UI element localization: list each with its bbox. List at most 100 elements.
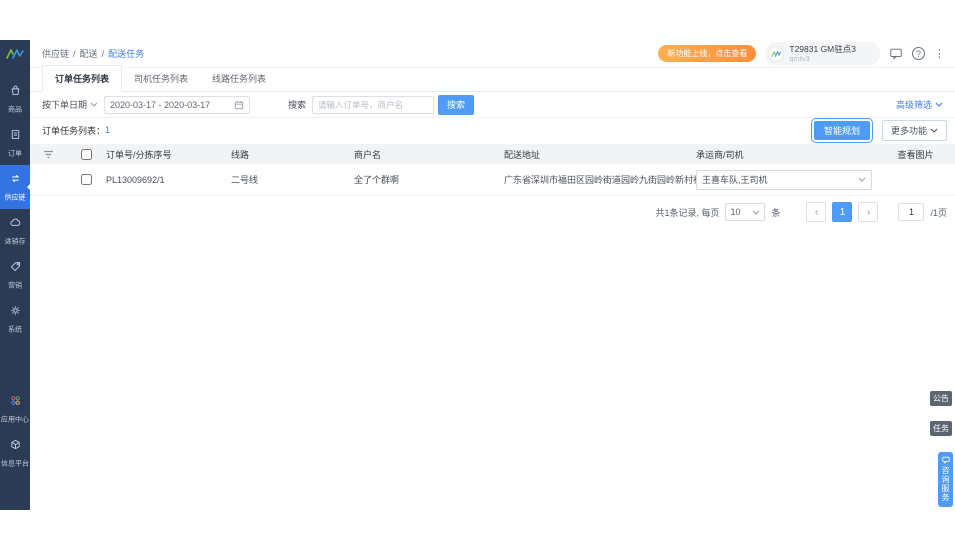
date-type-select[interactable]: 按下单日期 bbox=[42, 98, 98, 111]
breadcrumb-current[interactable]: 配送任务 bbox=[108, 47, 144, 60]
customer-service-tab[interactable]: 咨询服务 bbox=[938, 452, 953, 507]
date-range-value: 2020-03-17 - 2020-03-17 bbox=[110, 99, 211, 110]
smart-plan-button[interactable]: 智能规划 bbox=[810, 117, 873, 143]
sidebar-item-app-center[interactable]: 应用中心 bbox=[0, 387, 30, 431]
chevron-down-icon bbox=[858, 177, 866, 182]
main-area: 供应链 / 配送 / 配送任务 新功能上线，点击查看 T29831 GM驻点3 … bbox=[30, 40, 955, 510]
advanced-filter-toggle[interactable]: 高级筛选 bbox=[896, 98, 943, 111]
cell-merchant: 全了个群啊 bbox=[354, 175, 400, 185]
more-options-icon[interactable]: ⋮ bbox=[934, 47, 945, 60]
brand-logo-icon bbox=[5, 47, 25, 65]
screen: 商品 订单 供应链 进销存 营销 系统 应用中心 信息平台 供应链 / 配送 /… bbox=[0, 0, 955, 554]
pagination: 共1条记录, 每页 10 条 ‹ 1 › /1页 bbox=[655, 202, 947, 222]
advanced-filter-label: 高级筛选 bbox=[895, 100, 932, 110]
cell-address: 广东省深圳市福田区园岭街道园岭九街园岭新村社区 bbox=[504, 175, 696, 185]
sidebar-item-label: 进销存 bbox=[4, 237, 26, 246]
user-account: qmtv3 bbox=[789, 54, 810, 64]
col-line-header: 线路 bbox=[231, 149, 250, 160]
search-label: 搜索 bbox=[288, 100, 307, 110]
help-icon[interactable]: ? bbox=[912, 47, 925, 60]
select-all-checkbox[interactable] bbox=[80, 148, 92, 160]
column-filter-icon[interactable] bbox=[30, 150, 66, 159]
sidebar-item-info-platform[interactable]: 信息平台 bbox=[0, 431, 30, 475]
sidebar-item-system[interactable]: 系统 bbox=[0, 297, 30, 341]
carrier-driver-value: 王喜车队,王司机 bbox=[702, 175, 768, 185]
calendar-icon bbox=[234, 100, 244, 109]
tab-order-tasks[interactable]: 订单任务列表 bbox=[42, 65, 123, 92]
more-actions-label: 更多功能 bbox=[890, 125, 927, 136]
floating-notice-badge[interactable]: 公告 bbox=[930, 391, 952, 406]
col-address-header: 配送地址 bbox=[504, 149, 541, 160]
system-gear-icon bbox=[9, 304, 22, 322]
sidebar-item-label: 信息平台 bbox=[0, 459, 30, 468]
carrier-driver-select[interactable]: 王喜车队,王司机 bbox=[696, 169, 872, 190]
search-button[interactable]: 搜索 bbox=[438, 94, 475, 115]
per-page-select[interactable]: 10 bbox=[725, 203, 766, 221]
breadcrumb-separator: / bbox=[101, 48, 105, 59]
sidebar-item-goods[interactable]: 商品 bbox=[0, 77, 30, 121]
avatar bbox=[768, 45, 785, 62]
sidebar-item-supply-chain[interactable]: 供应链 bbox=[0, 165, 30, 209]
floating-task-badge[interactable]: 任务 bbox=[930, 421, 952, 436]
date-type-label: 按下单日期 bbox=[42, 100, 88, 110]
sidebar-item-orders[interactable]: 订单 bbox=[0, 121, 30, 165]
total-pages-label: /1页 bbox=[930, 207, 947, 218]
per-page-unit: 条 bbox=[771, 207, 781, 218]
sidebar-item-label: 系统 bbox=[7, 325, 23, 334]
row-checkbox[interactable] bbox=[80, 174, 92, 185]
col-order-header: 订单号/分拣序号 bbox=[106, 149, 172, 160]
app-window: 商品 订单 供应链 进销存 营销 系统 应用中心 信息平台 供应链 / 配送 /… bbox=[0, 40, 955, 510]
topbar: 供应链 / 配送 / 配送任务 新功能上线，点击查看 T29831 GM驻点3 … bbox=[30, 40, 955, 68]
goods-icon bbox=[9, 84, 22, 102]
app-center-icon bbox=[9, 394, 22, 412]
breadcrumb-level2[interactable]: 配送 bbox=[80, 47, 98, 60]
more-actions-button[interactable]: 更多功能 bbox=[881, 119, 947, 141]
cell-order-number: PL13009692/1 bbox=[106, 174, 165, 185]
col-carrier-header: 承运商/司机 bbox=[696, 149, 744, 160]
sidebar-item-marketing[interactable]: 营销 bbox=[0, 253, 30, 297]
info-platform-icon bbox=[9, 438, 22, 456]
chat-bubble-icon bbox=[941, 456, 950, 464]
tab-driver-tasks[interactable]: 司机任务列表 bbox=[122, 66, 200, 91]
sidebar-item-label: 供应链 bbox=[4, 193, 26, 202]
sidebar-item-label: 商品 bbox=[7, 105, 23, 114]
topbar-right: 新功能上线，点击查看 T29831 GM驻点3 qmtv3 ? ⋮ bbox=[658, 42, 945, 65]
tab-route-tasks[interactable]: 线路任务列表 bbox=[200, 66, 278, 91]
chevron-down-icon bbox=[753, 210, 760, 215]
supply-chain-icon bbox=[9, 172, 22, 190]
orders-icon bbox=[9, 128, 22, 146]
next-page-button[interactable]: › bbox=[858, 202, 879, 222]
col-merchant-header: 商户名 bbox=[354, 149, 382, 160]
search-input[interactable] bbox=[312, 95, 435, 114]
chevron-down-icon bbox=[90, 102, 98, 107]
sidebar-item-label: 订单 bbox=[7, 149, 23, 158]
breadcrumb-level1[interactable]: 供应链 bbox=[42, 47, 69, 60]
customer-service-label: 咨询服务 bbox=[941, 466, 950, 502]
breadcrumb-separator: / bbox=[73, 48, 76, 59]
list-title: 订单任务列表： bbox=[42, 125, 106, 136]
page-jump-input[interactable] bbox=[898, 203, 925, 221]
breadcrumb: 供应链 / 配送 / 配送任务 bbox=[42, 47, 144, 60]
prev-page-button[interactable]: ‹ bbox=[806, 202, 827, 222]
per-page-value: 10 bbox=[730, 207, 741, 217]
message-icon[interactable] bbox=[889, 47, 903, 60]
chevron-down-icon bbox=[935, 102, 943, 107]
list-toolbar: 订单任务列表： 1 智能规划 更多功能 bbox=[30, 117, 955, 143]
sidebar-item-label: 应用中心 bbox=[0, 415, 30, 424]
list-count: 1 bbox=[105, 125, 111, 135]
marketing-icon bbox=[9, 260, 22, 278]
sidebar-item-inventory[interactable]: 进销存 bbox=[0, 209, 30, 253]
sidebar-item-label: 营销 bbox=[7, 281, 23, 290]
pagination-summary: 共1条记录, 每页 bbox=[655, 207, 720, 218]
user-menu[interactable]: T29831 GM驻点3 qmtv3 bbox=[765, 42, 880, 65]
filter-bar: 按下单日期 2020-03-17 - 2020-03-17 搜索 搜索 高级筛选 bbox=[30, 92, 955, 118]
date-range-input[interactable]: 2020-03-17 - 2020-03-17 bbox=[104, 95, 251, 114]
chevron-down-icon bbox=[930, 128, 938, 133]
task-tabs: 订单任务列表 司机任务列表 线路任务列表 bbox=[30, 65, 955, 92]
sidebar: 商品 订单 供应链 进销存 营销 系统 应用中心 信息平台 bbox=[0, 40, 30, 510]
new-feature-promo-button[interactable]: 新功能上线，点击查看 bbox=[658, 45, 757, 62]
col-photos-header: 查看图片 bbox=[897, 149, 934, 160]
page-1-button[interactable]: 1 bbox=[832, 202, 853, 222]
sidebar-bottom-group: 应用中心 信息平台 bbox=[0, 387, 30, 475]
cell-line: 二号线 bbox=[231, 175, 259, 185]
